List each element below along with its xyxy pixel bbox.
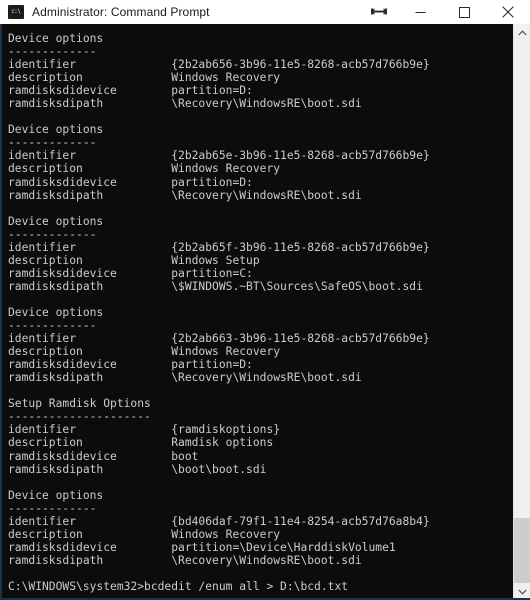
- console-line: identifier {ramdiskoptions}: [8, 423, 281, 437]
- scrollbar-track[interactable]: [514, 41, 530, 583]
- console-line: Device options: [8, 488, 104, 502]
- console-line: ramdisksdidevice partition=D:: [8, 175, 253, 189]
- window-title: Administrator: Command Prompt: [32, 5, 210, 19]
- console-line: ramdisksdipath \Recovery\WindowsRE\boot.…: [8, 553, 362, 567]
- console-line: identifier {2b2ab656-3b96-11e5-8268-acb5…: [8, 58, 430, 72]
- command-prompt-window: c:\ Administrator: Command Prompt Device…: [0, 0, 530, 600]
- console-line: ramdisksdipath \$WINDOWS.~BT\Sources\Saf…: [8, 279, 423, 293]
- console-line: ramdisksdidevice partition=D:: [8, 84, 253, 98]
- scroll-up-button[interactable]: [514, 24, 530, 41]
- console-line: -------------: [8, 501, 97, 515]
- console-line: identifier {bd406daf-79f1-11e4-8254-acb5…: [8, 514, 430, 528]
- console-line: Device options: [8, 123, 104, 137]
- horizontal-resize-cursor: [370, 4, 388, 18]
- console-line: ramdisksdidevice partition=D:: [8, 358, 253, 372]
- command-prompt-icon: c:\: [8, 5, 24, 19]
- console-line: ramdisksdipath \Recovery\WindowsRE\boot.…: [8, 97, 362, 111]
- console-line: Device options: [8, 305, 104, 319]
- console-line: identifier {2b2ab663-3b96-11e5-8268-acb5…: [8, 332, 430, 346]
- console-line: C:\WINDOWS\system32>bcdedit /enum all > …: [8, 579, 349, 593]
- console-line: description Windows Recovery: [8, 71, 281, 85]
- close-button[interactable]: [486, 0, 530, 24]
- command-prompt-icon-glyph: c:\: [11, 8, 21, 15]
- console-line: description Ramdisk options: [8, 436, 274, 450]
- console-line: Setup Ramdisk Options: [8, 397, 151, 411]
- console-line: -------------: [8, 227, 97, 241]
- console-line: -------------: [8, 136, 97, 150]
- console-line: ramdisksdipath \boot\boot.sdi: [8, 462, 267, 476]
- maximize-button[interactable]: [442, 0, 486, 24]
- console-line: ramdisksdidevice boot: [8, 449, 199, 463]
- console-line: Device options: [8, 214, 104, 228]
- console-line: description Windows Recovery: [8, 162, 281, 176]
- console-line: -------------: [8, 319, 97, 333]
- title-bar[interactable]: c:\ Administrator: Command Prompt: [0, 0, 530, 24]
- console-line: description Windows Setup: [8, 253, 260, 267]
- console-line: ---------------------: [8, 410, 151, 424]
- scrollbar-thumb[interactable]: [514, 518, 530, 583]
- console-line: description Windows Recovery: [8, 345, 281, 359]
- console-line: identifier {2b2ab65f-3b96-11e5-8268-acb5…: [8, 240, 430, 254]
- scroll-down-button[interactable]: [514, 583, 530, 598]
- console-line: -------------: [8, 45, 97, 59]
- vertical-scrollbar[interactable]: [513, 24, 530, 598]
- console-line: description Windows Recovery: [8, 527, 281, 541]
- console-line: ramdisksdidevice partition=C:: [8, 266, 253, 280]
- console-body[interactable]: Device options ------------- identifier {2…: [0, 24, 530, 600]
- console-line: Device options: [8, 32, 104, 45]
- window-controls: [398, 0, 530, 24]
- console-line: ramdisksdipath \Recovery\WindowsRE\boot.…: [8, 188, 362, 202]
- console-line: ramdisksdidevice partition=\Device\Hardd…: [8, 540, 396, 554]
- minimize-button[interactable]: [398, 0, 442, 24]
- console-output: Device options ------------- identifier {2…: [8, 32, 513, 598]
- console-screen[interactable]: Device options ------------- identifier {2…: [2, 24, 513, 598]
- console-line: identifier {2b2ab65e-3b96-11e5-8268-acb5…: [8, 149, 430, 163]
- console-line: ramdisksdipath \Recovery\WindowsRE\boot.…: [8, 371, 362, 385]
